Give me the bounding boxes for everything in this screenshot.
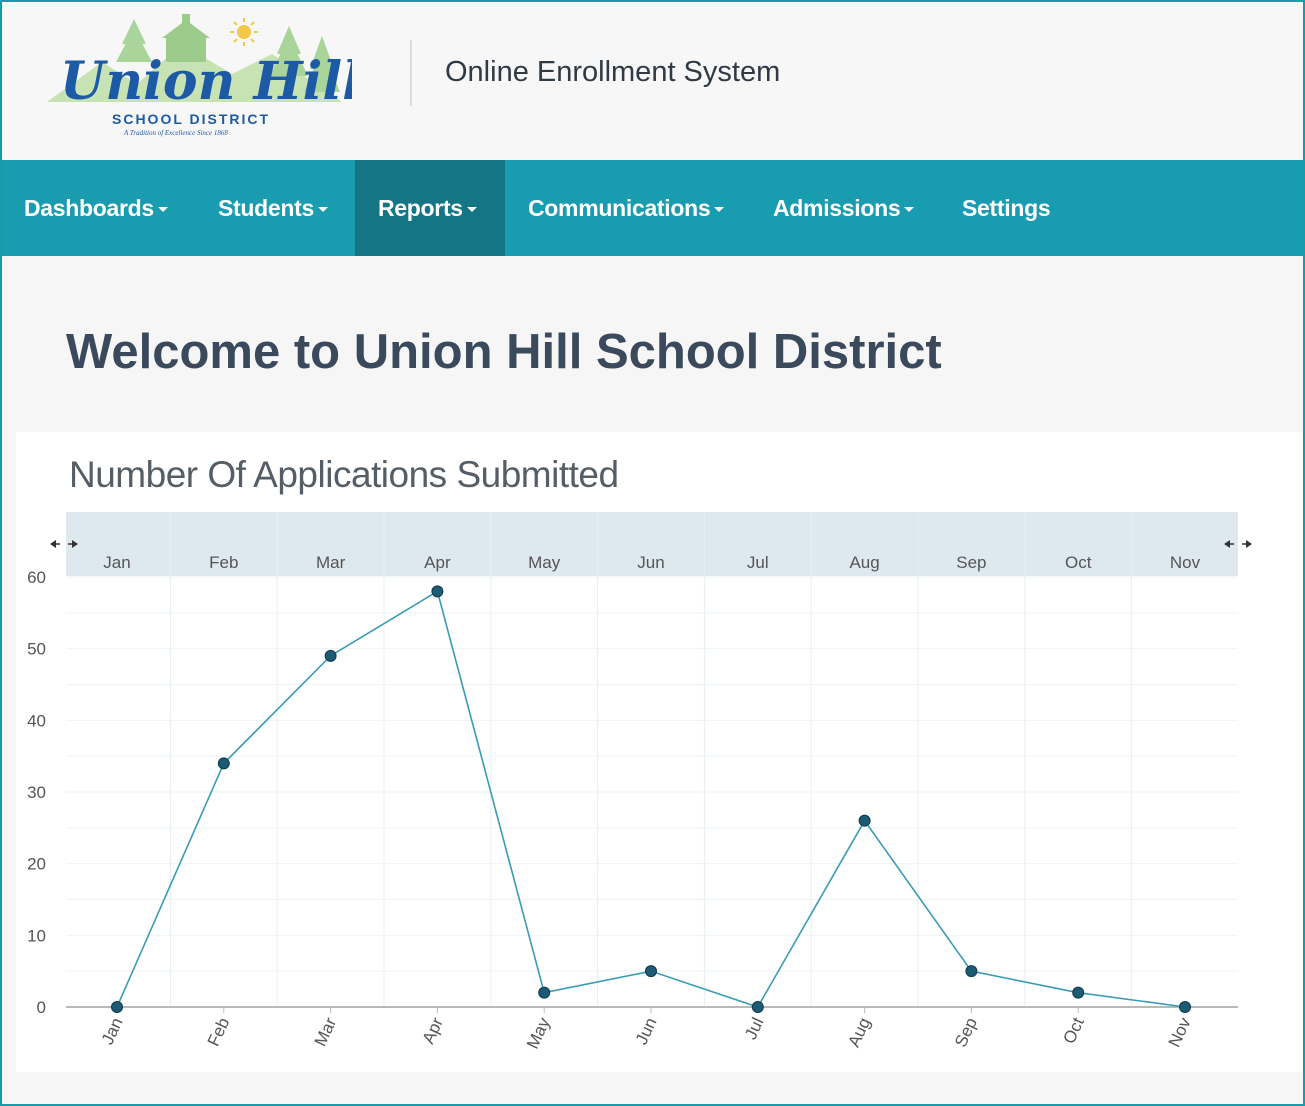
- nav-label: Dashboards: [24, 194, 154, 221]
- caret-down-icon: [318, 207, 328, 212]
- nav-communications[interactable]: Communications: [528, 160, 725, 256]
- data-point[interactable]: [111, 1001, 123, 1013]
- x-tick-label: May: [523, 1014, 554, 1052]
- district-logo[interactable]: Union Hill SCHOOL DISTRICT A Tradition o…: [42, 14, 362, 142]
- y-tick-label: 0: [37, 998, 46, 1017]
- y-tick-label: 40: [27, 711, 46, 730]
- x-tick-label: Jun: [632, 1015, 661, 1048]
- x-tick-label: Jul: [741, 1015, 767, 1043]
- top-x-tick-label: Mar: [316, 553, 346, 572]
- x-tick-label: Aug: [844, 1015, 874, 1050]
- data-point[interactable]: [538, 986, 551, 999]
- svg-text:A Tradition of Excellence Sinc: A Tradition of Excellence Since 1868: [123, 129, 228, 137]
- app-title: Online Enrollment System: [445, 56, 781, 88]
- top-x-tick-label: Apr: [424, 553, 451, 572]
- nav-label: Settings: [962, 194, 1051, 221]
- nav-admissions[interactable]: Admissions: [773, 160, 915, 256]
- top-x-tick-label: Oct: [1065, 553, 1092, 572]
- top-x-tick-label: Aug: [849, 553, 879, 572]
- top-x-tick-label: Feb: [209, 553, 238, 572]
- nav-dashboards[interactable]: Dashboards: [24, 160, 168, 256]
- data-point[interactable]: [431, 585, 444, 598]
- nav-label: Communications: [528, 194, 711, 221]
- applications-line-chart: 0 10 20 30 40 50 60 Jan Jan Feb Feb Mar Mar Apr Apr May…: [27, 512, 1252, 1052]
- nav-label: Admissions: [773, 194, 901, 221]
- data-point[interactable]: [965, 965, 978, 978]
- chart-title: Number Of Applications Submitted: [69, 454, 619, 495]
- nav-students[interactable]: Students: [218, 160, 328, 256]
- x-tick-label: Nov: [1165, 1014, 1195, 1050]
- main-navbar: Dashboards Students Reports Communicatio…: [2, 160, 1303, 256]
- nav-label: Students: [218, 194, 314, 221]
- header: Union Hill SCHOOL DISTRICT A Tradition o…: [2, 2, 1303, 160]
- top-x-tick-label: Sep: [956, 553, 986, 572]
- x-tick-label: Apr: [419, 1014, 448, 1046]
- caret-down-icon: [466, 207, 477, 212]
- data-point[interactable]: [217, 757, 230, 770]
- svg-text:Union Hill: Union Hill: [60, 51, 352, 112]
- data-point[interactable]: [645, 965, 657, 978]
- x-tick-label: Jan: [98, 1015, 127, 1048]
- top-x-tick-label: Jul: [747, 553, 769, 572]
- header-divider: [410, 40, 412, 106]
- nav-label: Reports: [378, 194, 463, 221]
- y-tick-label: 60: [27, 568, 46, 587]
- y-tick-label: 20: [27, 855, 46, 874]
- top-x-tick-label: Jun: [637, 553, 664, 572]
- caret-down-icon: [714, 207, 725, 212]
- x-tick-label: Oct: [1059, 1014, 1088, 1046]
- data-point[interactable]: [751, 1001, 764, 1013]
- top-x-tick-label: May: [528, 553, 561, 572]
- x-tick-label: Mar: [311, 1014, 341, 1049]
- caret-down-icon: [157, 207, 168, 212]
- x-tick-label: Feb: [204, 1015, 234, 1050]
- svg-text:SCHOOL DISTRICT: SCHOOL DISTRICT: [112, 111, 270, 127]
- data-point[interactable]: [324, 649, 337, 662]
- top-x-tick-label: Jan: [103, 553, 130, 572]
- app-frame: Union Hill SCHOOL DISTRICT A Tradition o…: [0, 0, 1305, 1106]
- y-tick-label: 10: [27, 926, 46, 945]
- y-tick-label: 30: [27, 783, 46, 802]
- nav-reports[interactable]: Reports: [355, 160, 505, 256]
- data-point[interactable]: [1072, 986, 1085, 999]
- nav-settings[interactable]: Settings: [962, 160, 1051, 256]
- pan-left-right-arrows-icon[interactable]: [50, 540, 78, 548]
- y-tick-label: 50: [27, 640, 46, 659]
- top-x-tick-label: Nov: [1170, 553, 1201, 572]
- x-tick-label: Sep: [951, 1015, 981, 1050]
- page-title: Welcome to Union Hill School District: [66, 325, 942, 379]
- data-point[interactable]: [1179, 1001, 1191, 1013]
- data-point[interactable]: [858, 814, 871, 827]
- caret-down-icon: [904, 207, 915, 212]
